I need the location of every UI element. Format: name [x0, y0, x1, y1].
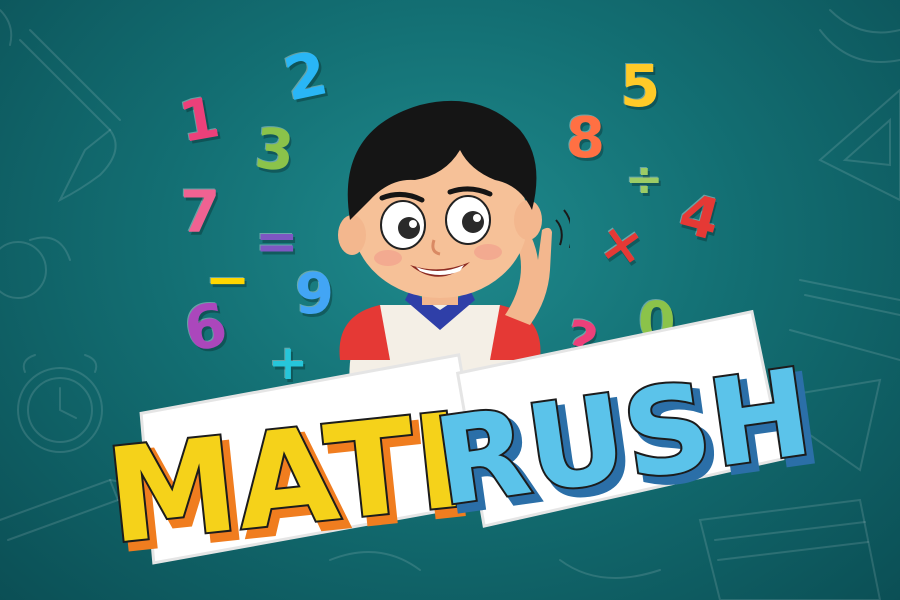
game-title-logo: MATH MATH RUSH RUSH — [98, 309, 830, 583]
title-screen: 1 2 3 7 = −9 6 +5 8 ÷ × 4? 0 MATH MATH R… — [0, 0, 900, 600]
